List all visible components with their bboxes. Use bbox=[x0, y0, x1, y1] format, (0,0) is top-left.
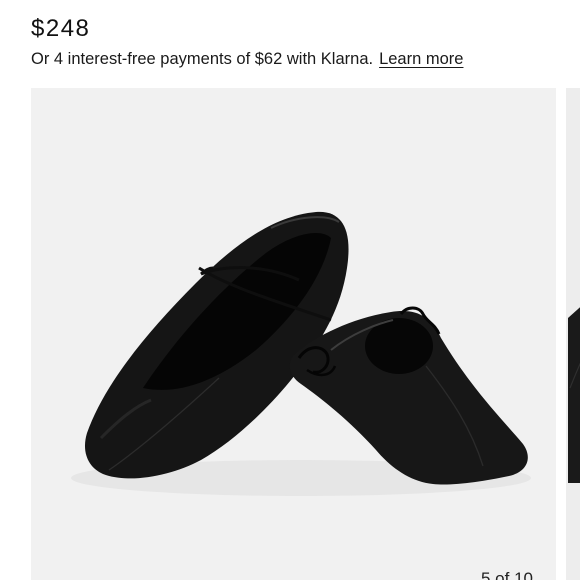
product-page: $248 Or 4 interest-free payments of $62 … bbox=[0, 0, 580, 580]
next-image-preview bbox=[566, 88, 580, 580]
product-image-gallery[interactable] bbox=[31, 88, 556, 580]
klarna-learn-more-link[interactable]: Learn more bbox=[379, 50, 463, 68]
next-product-image-peek[interactable] bbox=[566, 88, 580, 580]
image-counter: 5 of 10 bbox=[481, 569, 533, 580]
product-image bbox=[71, 211, 531, 496]
right-shoe bbox=[289, 306, 528, 485]
klarna-text: Or 4 interest-free payments of $62 with … bbox=[31, 50, 374, 68]
product-price: $248 bbox=[31, 15, 91, 42]
klarna-installments: Or 4 interest-free payments of $62 with … bbox=[31, 48, 463, 70]
